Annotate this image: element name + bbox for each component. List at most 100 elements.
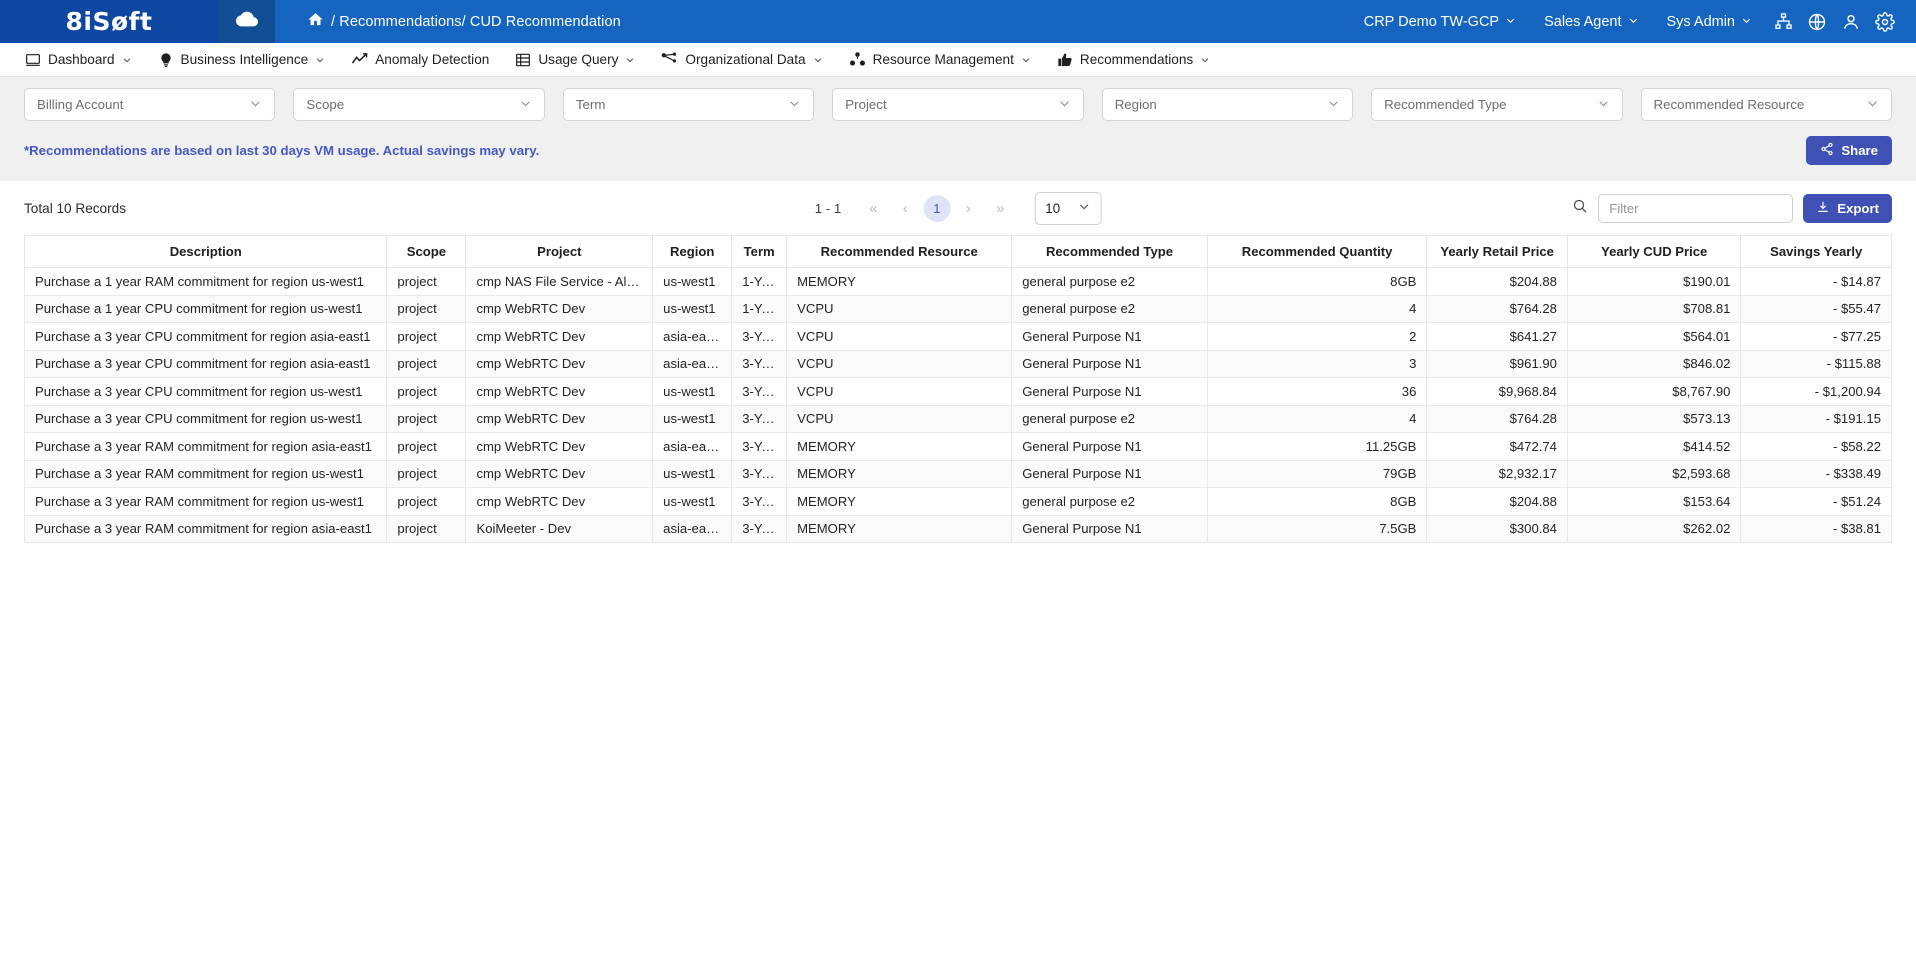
cell-term: 3-Year	[731, 432, 788, 461]
billing-account-filter[interactable]: Billing Account	[24, 88, 276, 121]
brand-logo-block[interactable]: 8iSøft	[0, 0, 218, 43]
col-project[interactable]: Project	[465, 235, 654, 268]
cell-recommended-resource: MEMORY	[786, 432, 1013, 461]
cell-recommended-type: General Purpose N1	[1011, 459, 1208, 488]
user-role-selector[interactable]: Sys Admin	[1653, 0, 1767, 43]
org-tree-icon[interactable]	[1766, 0, 1800, 43]
recommended-resource-filter-label: Recommended Resource	[1653, 97, 1805, 112]
cell-description: Purchase a 3 year RAM commitment for reg…	[23, 459, 388, 488]
recommended-type-filter[interactable]: Recommended Type	[1371, 88, 1623, 121]
nav-item-resource-management[interactable]: Resource Management	[836, 43, 1044, 77]
nav-item-anomaly-detection[interactable]: Anomaly Detection	[338, 43, 502, 77]
cell-description: Purchase a 3 year RAM commitment for reg…	[23, 432, 388, 461]
cell-recommended-resource: MEMORY	[786, 487, 1013, 516]
role-selector-label: Sales Agent	[1544, 13, 1622, 30]
share-button-label: Share	[1841, 143, 1878, 158]
filter-input[interactable]	[1598, 193, 1794, 223]
col-term[interactable]: Term	[731, 235, 788, 268]
nav-item-usage-query[interactable]: Usage Query	[502, 43, 648, 77]
cell-yearly-cud-price: $573.13	[1566, 404, 1742, 433]
table-row[interactable]: Purchase a 3 year RAM commitment for reg…	[23, 487, 1892, 516]
org-selector[interactable]: CRP Demo TW-GCP	[1350, 0, 1530, 43]
scope-filter[interactable]: Scope	[293, 88, 545, 121]
cell-region: asia-east1	[652, 349, 733, 378]
notice-row: *Recommendations are based on last 30 da…	[0, 133, 1916, 181]
toolbar-right: Export	[1572, 193, 1892, 223]
region-filter[interactable]: Region	[1101, 88, 1354, 121]
col-recommended-type[interactable]: Recommended Type	[1011, 235, 1208, 268]
table-row[interactable]: Purchase a 1 year RAM commitment for reg…	[23, 267, 1892, 296]
page-number-1[interactable]: 1	[923, 194, 951, 222]
cloud-icon	[235, 8, 258, 35]
brand-logo-text: 8iSøft	[65, 7, 153, 36]
nav-label-recommendations: Recommendations	[1079, 52, 1194, 67]
table-row[interactable]: Purchase a 3 year CPU commitment for reg…	[23, 322, 1892, 351]
gear-icon[interactable]	[1868, 0, 1902, 43]
cell-region: us-west1	[652, 459, 733, 488]
nav-label-organizational-data: Organizational Data	[685, 52, 806, 67]
cell-recommended-resource: VCPU	[786, 322, 1013, 351]
cell-description: Purchase a 1 year RAM commitment for reg…	[23, 267, 388, 296]
cell-recommended-resource: MEMORY	[786, 459, 1013, 488]
table-row[interactable]: Purchase a 3 year CPU commitment for reg…	[23, 404, 1892, 433]
cell-yearly-cud-price: $2,593.68	[1566, 459, 1742, 488]
col-description[interactable]: Description	[23, 235, 388, 268]
col-yearly-retail-price[interactable]: Yearly Retail Price	[1426, 235, 1568, 268]
col-region[interactable]: Region	[652, 235, 733, 268]
col-recommended-quantity[interactable]: Recommended Quantity	[1206, 235, 1428, 268]
cell-yearly-retail-price: $472.74	[1426, 432, 1568, 461]
project-filter[interactable]: Project	[832, 88, 1084, 121]
cell-description: Purchase a 3 year CPU commitment for reg…	[23, 322, 388, 351]
cell-description: Purchase a 3 year CPU commitment for reg…	[23, 377, 388, 406]
cell-yearly-retail-price: $764.28	[1426, 404, 1568, 433]
cell-recommended-type: general purpose e2	[1011, 267, 1208, 296]
share-button[interactable]: Share	[1806, 136, 1892, 165]
col-yearly-cud-price[interactable]: Yearly CUD Price	[1566, 235, 1742, 268]
table-row[interactable]: Purchase a 3 year RAM commitment for reg…	[23, 514, 1892, 543]
nav-item-recommendations[interactable]: Recommendations	[1044, 43, 1223, 77]
role-selector[interactable]: Sales Agent	[1530, 0, 1652, 43]
nav-item-dashboard[interactable]: Dashboard	[12, 43, 145, 77]
cell-recommended-quantity: 11.25GB	[1206, 432, 1428, 461]
content-area: Total 10 Records 1 - 1 « ‹ 1 › » 10 Expo…	[0, 181, 1916, 543]
page-size-select[interactable]: 10	[1034, 191, 1102, 225]
table-row[interactable]: Purchase a 3 year CPU commitment for reg…	[23, 377, 1892, 406]
cell-yearly-cud-price: $414.52	[1566, 432, 1742, 461]
cell-scope: project	[386, 432, 467, 461]
table-row[interactable]: Purchase a 3 year CPU commitment for reg…	[23, 349, 1892, 378]
breadcrumb-text: / Recommendations/ CUD Recommendation	[331, 13, 621, 30]
cell-savings-yearly: - $1,200.94	[1740, 377, 1892, 406]
cell-term: 1-Year	[731, 294, 788, 323]
col-scope[interactable]: Scope	[386, 235, 467, 268]
cell-project: cmp WebRTC Dev	[465, 377, 654, 406]
last-page-button[interactable]: »	[986, 194, 1014, 222]
table-row[interactable]: Purchase a 3 year RAM commitment for reg…	[23, 459, 1892, 488]
cell-project: cmp WebRTC Dev	[465, 294, 654, 323]
nav-item-business-intelligence[interactable]: Business Intelligence	[145, 43, 339, 77]
term-filter[interactable]: Term	[562, 88, 815, 121]
table-row[interactable]: Purchase a 3 year RAM commitment for reg…	[23, 432, 1892, 461]
export-button[interactable]: Export	[1803, 193, 1892, 223]
cell-scope: project	[386, 404, 467, 433]
cell-description: Purchase a 3 year CPU commitment for reg…	[23, 404, 388, 433]
nav-item-organizational-data[interactable]: Organizational Data	[648, 43, 835, 77]
cell-project: cmp NAS File Service - Alpha	[465, 267, 654, 296]
cell-savings-yearly: - $55.47	[1740, 294, 1892, 323]
table-row[interactable]: Purchase a 1 year CPU commitment for reg…	[23, 294, 1892, 323]
resources-icon	[849, 51, 866, 68]
user-icon[interactable]	[1834, 0, 1868, 43]
next-page-button[interactable]: ›	[954, 194, 982, 222]
prev-page-button[interactable]: ‹	[891, 194, 919, 222]
recommended-resource-filter[interactable]: Recommended Resource	[1640, 88, 1892, 121]
breadcrumb: / Recommendations/ CUD Recommendation	[275, 0, 1350, 43]
globe-icon[interactable]	[1800, 0, 1834, 43]
term-filter-label: Term	[575, 97, 606, 112]
table-icon	[515, 52, 531, 68]
monitor-icon	[25, 52, 41, 68]
cloud-icon-block[interactable]	[218, 0, 275, 43]
first-page-button[interactable]: «	[859, 194, 887, 222]
nav-label-anomaly-detection: Anomaly Detection	[375, 52, 490, 67]
col-savings-yearly[interactable]: Savings Yearly	[1740, 235, 1892, 268]
home-icon[interactable]	[307, 11, 324, 32]
col-recommended-resource[interactable]: Recommended Resource	[786, 235, 1013, 268]
